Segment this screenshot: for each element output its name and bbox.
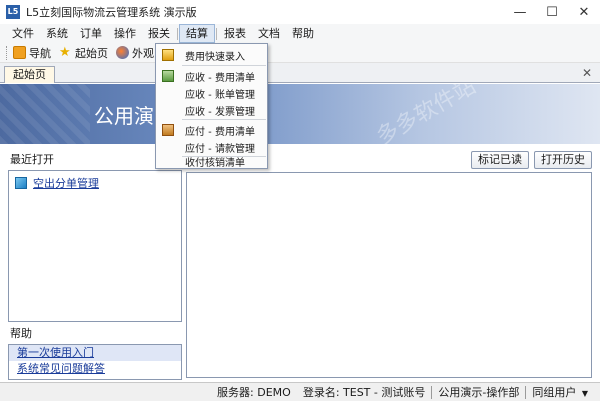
menu-separator (177, 27, 178, 40)
help-link[interactable]: 第一次使用入门 (17, 346, 94, 359)
menu-bar: 文件 系统 订单 操作 报关 结算 报表 文档 帮助 (0, 24, 600, 43)
payable-icon (162, 124, 174, 136)
menu-item-label: 应收 - 费用清单 (185, 72, 255, 84)
recent-list: 空出分单管理 (8, 170, 182, 322)
help-item-faq[interactable]: 系统常见问题解答 (9, 361, 181, 377)
nav-button-label: 导航 (29, 46, 51, 60)
window-title: L5立刻国际物流云管理系统 演示版 (26, 6, 197, 19)
history-list[interactable] (186, 172, 592, 378)
help-heading: 帮助 (10, 327, 32, 340)
tab-start-page[interactable]: 起始页 (4, 66, 55, 83)
help-list: 第一次使用入门 系统常见问题解答 (8, 344, 182, 380)
menu-item-ar-bill[interactable]: 应收 - 账单管理 (157, 84, 266, 102)
left-panel: 最近打开 空出分单管理 帮助 第一次使用入门 系统常见问题解答 (4, 150, 182, 380)
maximize-button[interactable]: ☐ (536, 0, 568, 24)
minimize-button[interactable]: — (504, 0, 536, 24)
status-server: 服务器: DEMO (217, 386, 291, 399)
toolbar-grip[interactable] (6, 45, 9, 60)
menu-documents[interactable]: 文档 (252, 24, 286, 43)
home-button-label: 起始页 (75, 46, 108, 60)
appearance-button-label: 外观 (132, 46, 154, 60)
status-group-users[interactable]: 同组用户 ▼ (526, 384, 594, 400)
receivable-icon (162, 70, 174, 82)
help-link[interactable]: 系统常见问题解答 (17, 362, 105, 375)
help-item-getting-started[interactable]: 第一次使用入门 (9, 345, 181, 361)
chevron-down-icon: ▼ (581, 389, 588, 398)
welcome-banner: 公用演 多多软件站 (0, 84, 600, 144)
star-icon: ★ (59, 45, 71, 60)
menu-separator (182, 65, 266, 66)
settlement-dropdown-menu: 费用快速录入 应收 - 费用清单 应收 - 账单管理 应收 - 发票管理 应付 … (155, 43, 268, 169)
menu-item-ap-fee-list[interactable]: 应付 - 费用清单 (157, 121, 266, 139)
appearance-icon (116, 46, 129, 59)
menu-settlement[interactable]: 结算 (179, 24, 215, 43)
mark-read-button[interactable]: 标记已读 (471, 151, 529, 169)
menu-reports[interactable]: 报表 (218, 24, 252, 43)
menu-order[interactable]: 订单 (74, 24, 108, 43)
tab-close-icon[interactable]: ✕ (582, 66, 592, 80)
cube-icon (15, 177, 27, 189)
title-bar: L5 L5立刻国际物流云管理系统 演示版 — ☐ ✕ (0, 0, 600, 24)
status-login: 登录名: TEST - 测试账号 (302, 386, 426, 399)
status-bar: 服务器: DEMO 登录名: TEST - 测试账号 公用演示-操作部 同组用户… (0, 382, 600, 401)
menu-operation[interactable]: 操作 (108, 24, 142, 43)
menu-item-label: 收付核销清单 (185, 157, 245, 169)
menu-item-label: 费用快速录入 (185, 51, 245, 63)
menu-file[interactable]: 文件 (6, 24, 40, 43)
home-button[interactable]: ★ 起始页 (59, 45, 108, 61)
fast-entry-icon (162, 49, 174, 61)
banner-title: 公用演 (94, 104, 154, 128)
menu-item-label: 应收 - 发票管理 (185, 106, 255, 118)
menu-separator (216, 27, 217, 40)
group-users-label: 同组用户 (532, 386, 577, 399)
menu-item-ar-invoice[interactable]: 应收 - 发票管理 (157, 101, 266, 119)
menu-separator (182, 119, 266, 120)
recent-item-link[interactable]: 空出分单管理 (33, 175, 99, 191)
menu-help[interactable]: 帮助 (286, 24, 320, 43)
watermark-text: 多多软件站 (372, 84, 481, 144)
menu-item-ar-fee-list[interactable]: 应收 - 费用清单 (157, 67, 266, 85)
recent-item[interactable]: 空出分单管理 (9, 171, 181, 195)
navigation-icon (13, 46, 26, 59)
menu-system[interactable]: 系统 (40, 24, 74, 43)
status-company: 公用演示-操作部 (438, 386, 520, 399)
menu-customs[interactable]: 报关 (142, 24, 176, 43)
menu-item-label: 应收 - 账单管理 (185, 89, 255, 101)
banner-decoration (0, 84, 90, 144)
close-button[interactable]: ✕ (568, 0, 600, 24)
window-controls: — ☐ ✕ (504, 0, 600, 24)
menu-item-reconciliation[interactable]: 收付核销清单 (157, 152, 266, 170)
document-tab-strip: 起始页 ✕ (0, 63, 600, 83)
open-history-button[interactable]: 打开历史 (534, 151, 592, 169)
menu-item-label: 应付 - 费用清单 (185, 126, 255, 138)
toolbar: 导航 ★ 起始页 外观 (0, 43, 600, 63)
right-panel: 标记已读 打开历史 (186, 148, 596, 378)
menu-item-fast-entry[interactable]: 费用快速录入 (157, 46, 266, 64)
appearance-button[interactable]: 外观 (116, 45, 154, 61)
nav-button[interactable]: 导航 (13, 45, 51, 61)
app-logo-icon: L5 (6, 5, 20, 19)
